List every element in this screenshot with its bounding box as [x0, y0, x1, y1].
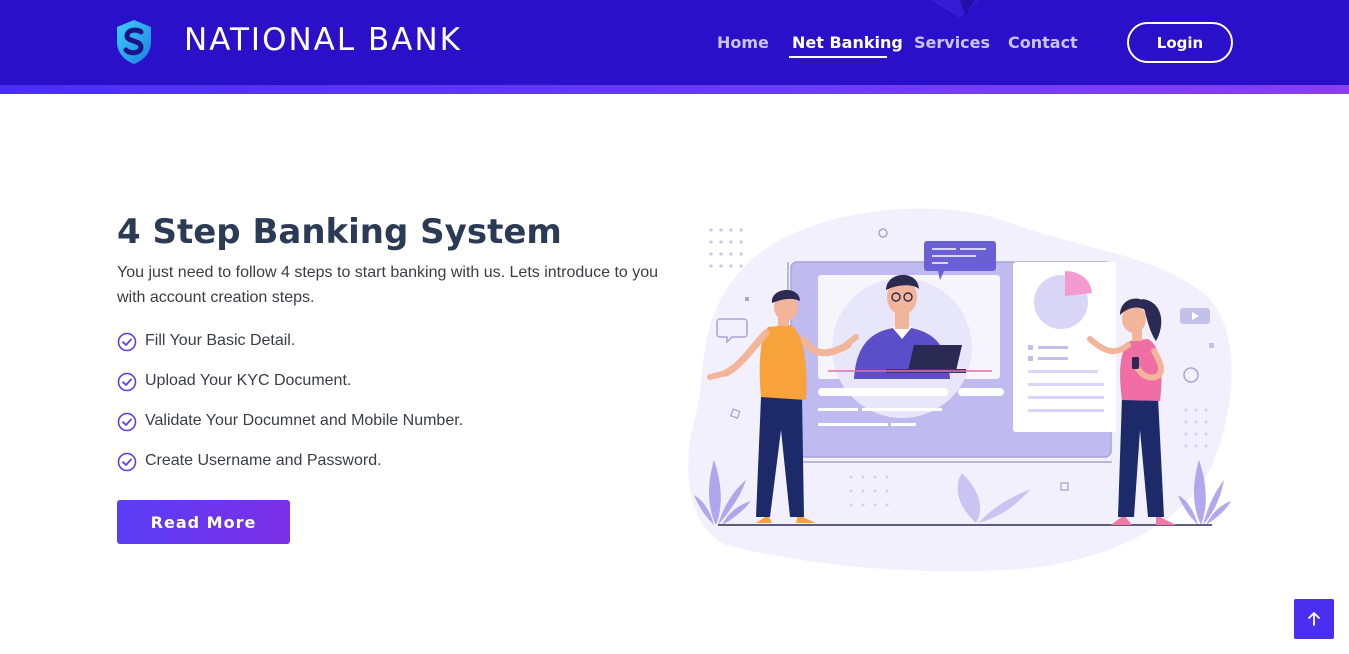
- online-banking-illustration: [688, 208, 1232, 572]
- page-title: 4 Step Banking System: [117, 212, 562, 252]
- header-accent-stripe: [0, 85, 1349, 94]
- nav-services[interactable]: Services: [914, 33, 990, 52]
- list-item: Fill Your Basic Detail.: [117, 330, 463, 370]
- active-nav-indicator: [789, 56, 887, 58]
- check-circle-icon: [117, 452, 137, 472]
- step-text: Create Username and Password.: [145, 452, 382, 469]
- step-text: Upload Your KYC Document.: [145, 372, 352, 389]
- header-decoration: [930, 0, 979, 18]
- check-circle-icon: [117, 372, 137, 392]
- shield-logo-icon: [117, 20, 151, 64]
- nav-contact[interactable]: Contact: [1008, 33, 1078, 52]
- read-more-button[interactable]: Read More: [117, 500, 290, 544]
- check-circle-icon: [117, 412, 137, 432]
- brand-logo[interactable]: [114, 18, 154, 66]
- steps-list: Fill Your Basic Detail. Upload Your KYC …: [117, 330, 463, 490]
- brand-name[interactable]: NATIONAL BANK: [184, 22, 462, 58]
- list-item: Validate Your Documnet and Mobile Number…: [117, 410, 463, 450]
- step-text: Validate Your Documnet and Mobile Number…: [145, 412, 464, 429]
- top-navbar: NATIONAL BANK Home Net Banking Services …: [0, 0, 1349, 85]
- intro-text: You just need to follow 4 steps to start…: [117, 264, 659, 306]
- list-item: Create Username and Password.: [117, 450, 463, 490]
- check-circle-icon: [117, 332, 137, 352]
- arrow-up-icon: [1308, 612, 1320, 626]
- step-text: Fill Your Basic Detail.: [145, 332, 296, 349]
- nav-net-banking[interactable]: Net Banking: [792, 33, 903, 52]
- nav-home[interactable]: Home: [717, 33, 769, 52]
- scroll-to-top-button[interactable]: [1294, 599, 1334, 639]
- list-item: Upload Your KYC Document.: [117, 370, 463, 410]
- login-button[interactable]: Login: [1127, 22, 1233, 63]
